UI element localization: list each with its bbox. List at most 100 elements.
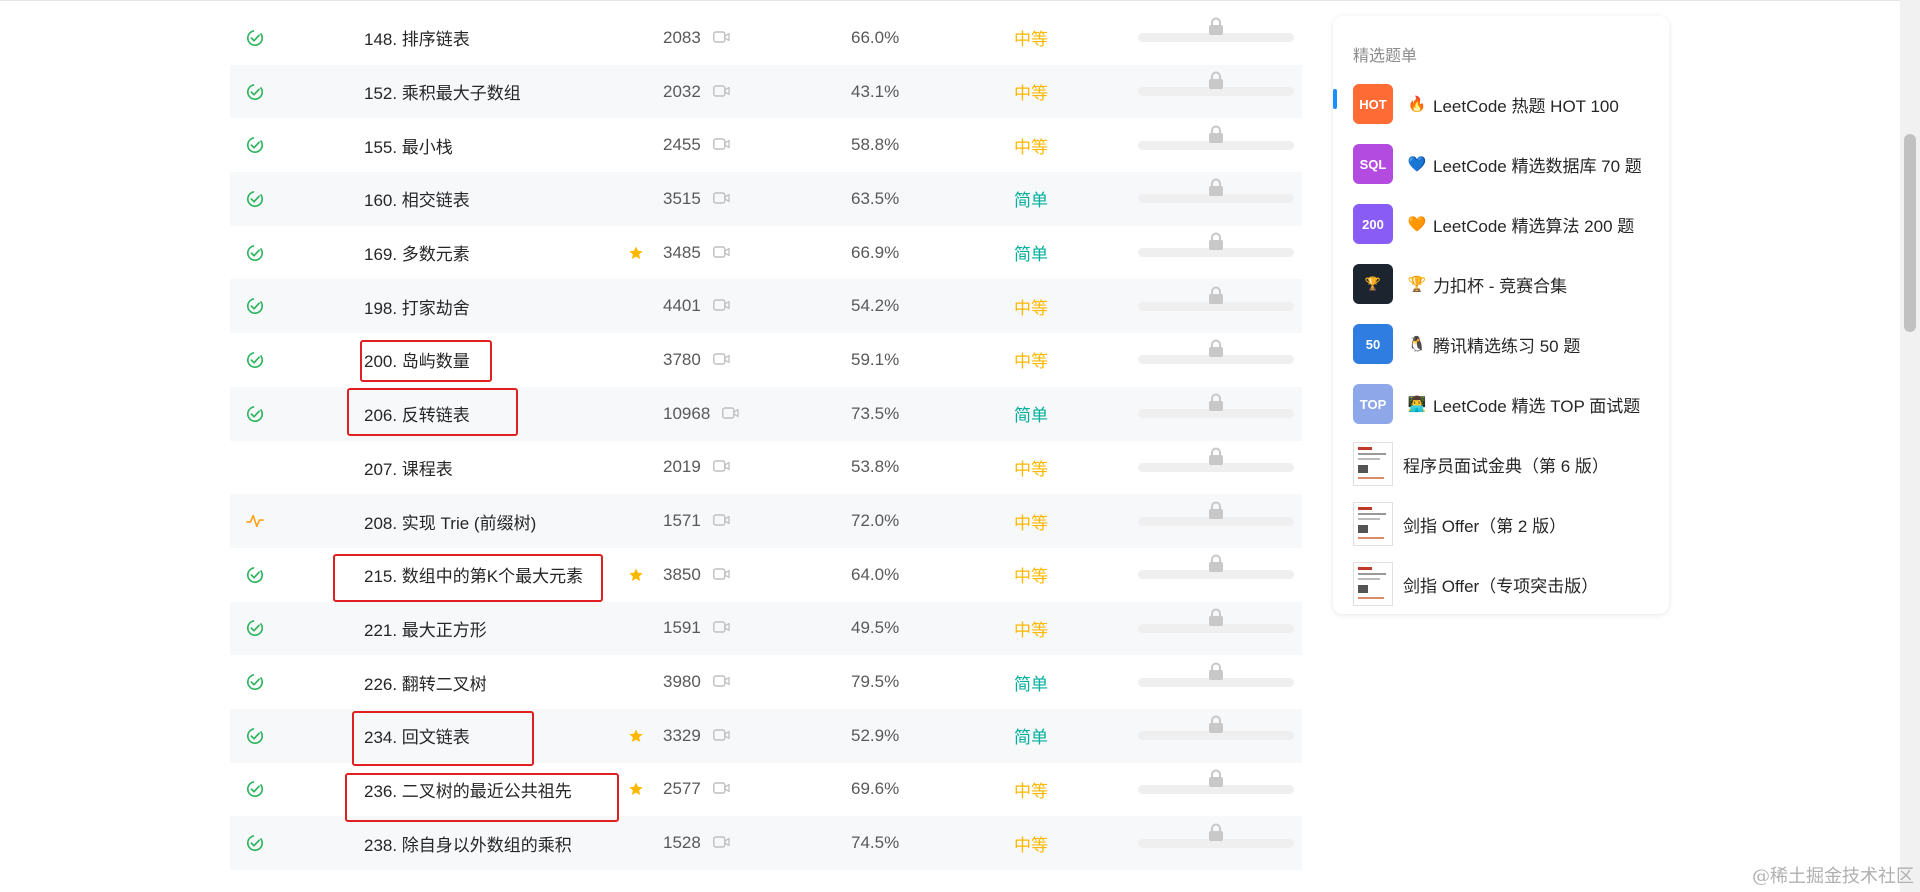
problem-title[interactable]: 226. 翻转二叉树: [364, 670, 487, 695]
solutions-cell[interactable]: 3980: [663, 655, 730, 709]
problem-title-cell[interactable]: 148. 排序链表: [364, 11, 470, 65]
solutions-cell[interactable]: 2032: [663, 65, 730, 119]
solutions-cell[interactable]: 3485: [663, 226, 730, 280]
solutions-cell[interactable]: 4401: [663, 279, 730, 333]
featured-list-label[interactable]: 力扣杯 - 竞赛合集: [1433, 272, 1567, 297]
problem-title-cell[interactable]: 238. 除自身以外数组的乘积: [364, 816, 572, 870]
problem-title-cell[interactable]: 155. 最小栈: [364, 118, 453, 172]
difficulty-label: 简单: [1014, 674, 1048, 694]
solutions-cell[interactable]: 2455: [663, 118, 730, 172]
featured-list-label[interactable]: LeetCode 精选算法 200 题: [1433, 212, 1634, 237]
problem-title-cell[interactable]: 169. 多数元素: [364, 226, 470, 280]
active-indicator: [1333, 89, 1337, 109]
solution-count[interactable]: 3485: [663, 243, 701, 263]
solutions-cell[interactable]: 2019: [663, 441, 730, 495]
problem-title[interactable]: 148. 排序链表: [364, 25, 470, 50]
table-row[interactable]: 169. 多数元素 3485 66.9% 简单: [230, 226, 1302, 280]
featured-list-item[interactable]: 程序员面试金典（第 6 版）: [1353, 434, 1663, 494]
solution-count[interactable]: 1571: [663, 511, 701, 531]
solution-count[interactable]: 2455: [663, 135, 701, 155]
table-row[interactable]: 155. 最小栈 2455 58.8% 中等: [230, 118, 1302, 172]
table-row[interactable]: 226. 翻转二叉树 3980 79.5% 简单: [230, 655, 1302, 709]
featured-list-item[interactable]: 200 🧡 LeetCode 精选算法 200 题: [1353, 194, 1663, 254]
problem-title-cell[interactable]: 226. 翻转二叉树: [364, 655, 487, 709]
list-emoji-icon: 👨‍💻: [1407, 396, 1427, 413]
acceptance-rate: 66.0%: [851, 27, 900, 47]
featured-list-label[interactable]: 剑指 Offer（专项突击版）: [1403, 572, 1598, 597]
solution-count[interactable]: 2019: [663, 457, 701, 477]
video-icon: [712, 28, 730, 48]
problem-title-cell[interactable]: 208. 实现 Trie (前缀树): [364, 494, 536, 548]
featured-list-label[interactable]: LeetCode 精选数据库 70 题: [1433, 152, 1642, 177]
featured-list-label[interactable]: LeetCode 热题 HOT 100: [1433, 92, 1619, 117]
problem-title-cell[interactable]: 160. 相交链表: [364, 172, 470, 226]
solution-count[interactable]: 10968: [663, 404, 710, 424]
table-row[interactable]: 207. 课程表 2019 53.8% 中等: [230, 441, 1302, 495]
status-empty: [242, 441, 268, 495]
featured-list-item[interactable]: 50 🐧 腾讯精选练习 50 题: [1353, 314, 1663, 374]
table-row[interactable]: 208. 实现 Trie (前缀树) 1571 72.0% 中等: [230, 494, 1302, 548]
solved-check-icon: [242, 763, 268, 817]
featured-list-label[interactable]: 程序员面试金典（第 6 版）: [1403, 452, 1609, 477]
featured-list-label[interactable]: LeetCode 精选 TOP 面试题: [1433, 392, 1640, 417]
solved-check-icon: [242, 172, 268, 226]
problem-title[interactable]: 160. 相交链表: [364, 186, 470, 211]
problem-title[interactable]: 208. 实现 Trie (前缀树): [364, 509, 536, 534]
solutions-cell[interactable]: 3780: [663, 333, 730, 387]
problem-title[interactable]: 152. 乘积最大子数组: [364, 79, 521, 104]
table-row[interactable]: 148. 排序链表 2083 66.0% 中等: [230, 11, 1302, 65]
featured-list-label[interactable]: 剑指 Offer（第 2 版）: [1403, 512, 1566, 537]
solution-count[interactable]: 3980: [663, 672, 701, 692]
table-row[interactable]: 221. 最大正方形 1591 49.5% 中等: [230, 601, 1302, 656]
solution-count[interactable]: 2577: [663, 779, 701, 799]
solutions-cell[interactable]: 2083: [663, 11, 730, 65]
solution-count[interactable]: 1591: [663, 618, 701, 638]
featured-list-item[interactable]: HOT 🔥 LeetCode 热题 HOT 100: [1353, 74, 1663, 134]
problem-title-cell[interactable]: 198. 打家劫舍: [364, 279, 470, 333]
solution-count[interactable]: 2032: [663, 82, 701, 102]
problem-title[interactable]: 169. 多数元素: [364, 240, 470, 265]
featured-list-item[interactable]: 🏆 🏆 力扣杯 - 竞赛合集: [1353, 254, 1663, 314]
table-row[interactable]: 152. 乘积最大子数组 2032 43.1% 中等: [230, 64, 1302, 119]
solution-count[interactable]: 4401: [663, 296, 701, 316]
solutions-cell[interactable]: 1591: [663, 602, 730, 656]
featured-list-label[interactable]: 腾讯精选练习 50 题: [1433, 332, 1580, 357]
problem-title-cell[interactable]: 152. 乘积最大子数组: [364, 65, 521, 119]
frequency-cell: [1138, 65, 1294, 119]
problem-title[interactable]: 221. 最大正方形: [364, 616, 487, 641]
video-icon: [712, 779, 730, 799]
solution-count[interactable]: 3515: [663, 189, 701, 209]
video-icon: [712, 135, 730, 155]
solution-count[interactable]: 3780: [663, 350, 701, 370]
solution-count[interactable]: 3329: [663, 726, 701, 746]
problem-title[interactable]: 198. 打家劫舍: [364, 294, 470, 319]
featured-list-item[interactable]: TOP 👨‍💻 LeetCode 精选 TOP 面试题: [1353, 374, 1663, 434]
solution-count[interactable]: 3850: [663, 565, 701, 585]
scrollbar-thumb[interactable]: [1904, 134, 1916, 332]
book-cover-icon: [1353, 502, 1393, 546]
solutions-cell[interactable]: 1571: [663, 494, 730, 548]
problem-title[interactable]: 207. 课程表: [364, 455, 453, 480]
table-row[interactable]: 160. 相交链表 3515 63.5% 简单: [230, 172, 1302, 226]
solutions-cell[interactable]: 3329: [663, 709, 730, 763]
solutions-cell[interactable]: 1528: [663, 816, 730, 870]
solution-count[interactable]: 2083: [663, 28, 701, 48]
problem-title-cell[interactable]: 221. 最大正方形: [364, 602, 487, 656]
lock-icon: [1208, 769, 1224, 792]
solutions-cell[interactable]: 2577: [663, 763, 730, 817]
solutions-cell[interactable]: 3850: [663, 548, 730, 602]
solutions-cell[interactable]: 10968: [663, 387, 739, 441]
frequency-bar: [1138, 393, 1294, 419]
problem-title[interactable]: 238. 除自身以外数组的乘积: [364, 831, 572, 856]
featured-list-item[interactable]: 剑指 Offer（第 2 版）: [1353, 494, 1663, 554]
featured-list-item[interactable]: 剑指 Offer（专项突击版）: [1353, 554, 1663, 614]
table-row[interactable]: 238. 除自身以外数组的乘积 1528 74.5% 中等: [230, 816, 1302, 870]
problem-title[interactable]: 155. 最小栈: [364, 133, 453, 158]
acceptance-rate: 73.5%: [851, 403, 900, 423]
solutions-cell[interactable]: 3515: [663, 172, 730, 226]
problem-title-cell[interactable]: 207. 课程表: [364, 441, 453, 495]
table-row[interactable]: 198. 打家劫舍 4401 54.2% 中等: [230, 279, 1302, 334]
frequency-bar: [1138, 715, 1294, 741]
featured-list-item[interactable]: SQL 💙 LeetCode 精选数据库 70 题: [1353, 134, 1663, 194]
solution-count[interactable]: 1528: [663, 833, 701, 853]
